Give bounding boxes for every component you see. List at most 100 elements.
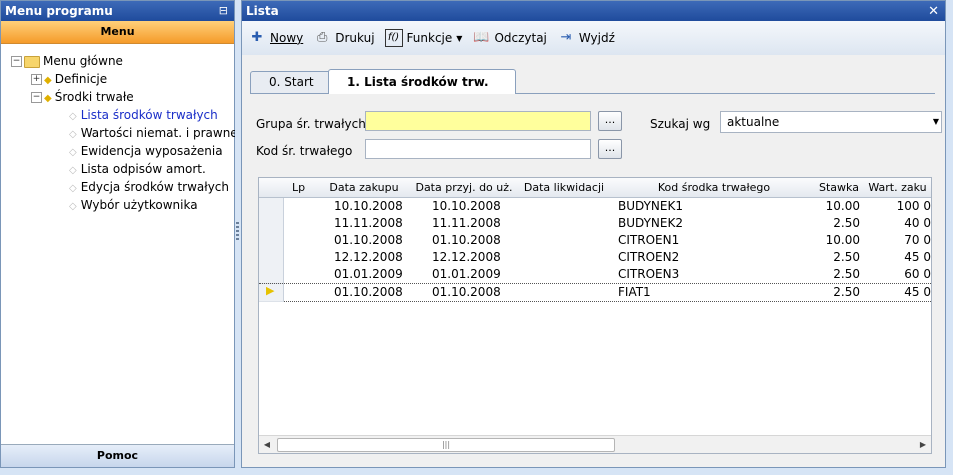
tree-item-label: Definicje <box>54 72 108 86</box>
collapse-icon[interactable]: − <box>31 92 42 103</box>
table-cell: 10.00 <box>825 233 860 247</box>
table-row[interactable]: 10.10.2008 10.10.2008 BUDYNEK1 10.00 100 0 <box>259 198 931 216</box>
table-row[interactable]: 01.01.2009 01.01.2009 CITROEN3 2.50 60 0 <box>259 266 931 284</box>
expand-icon[interactable]: + <box>31 74 42 85</box>
table-row[interactable]: 01.10.2008 01.10.2008 CITROEN1 10.00 70 0 <box>259 232 931 250</box>
menu-panel-header: Menu programu ⊟ <box>1 1 234 21</box>
table-row[interactable]: 11.11.2008 11.11.2008 BUDYNEK2 2.50 40 0 <box>259 215 931 233</box>
table-cell <box>283 198 314 215</box>
exit-button[interactable]: ⇥ Wyjdź <box>557 29 614 47</box>
table-cell: FIAT1 <box>618 285 651 299</box>
help-button[interactable]: Pomoc <box>1 444 234 467</box>
table-cell: 01.01.2009 <box>334 267 403 281</box>
list-window-title: Lista <box>246 4 279 18</box>
table-cell: 01.10.2008 <box>432 233 501 247</box>
table-cell: CITROEN1 <box>618 233 680 247</box>
table-row[interactable]: 12.12.2008 12.12.2008 CITROEN2 2.50 45 0 <box>259 249 931 267</box>
tree-item-label: Menu główne <box>43 54 123 68</box>
diamond-icon: ◇ <box>69 129 77 140</box>
scrollbar-thumb[interactable]: ||| <box>277 438 615 452</box>
close-icon[interactable]: ✕ <box>928 2 939 22</box>
table-cell: 01.10.2008 <box>334 285 403 299</box>
row-indicator-header <box>259 178 284 198</box>
tree-item-label: Ewidencja wyposażenia <box>80 144 223 158</box>
row-indicator[interactable] <box>259 232 284 250</box>
table-cell <box>283 284 314 301</box>
functions-label: Funkcje <box>406 31 453 45</box>
tree-item[interactable]: − ◆ Środki trwałe <box>1 88 234 106</box>
pin-icon[interactable]: ⊟ <box>219 1 228 21</box>
table-cell: BUDYNEK1 <box>618 199 683 213</box>
row-indicator[interactable] <box>259 198 284 216</box>
table-cell: 2.50 <box>833 250 860 264</box>
dropdown-arrow-icon: ▼ <box>456 33 463 43</box>
menu-panel-title: Menu programu <box>5 4 113 18</box>
table-cell: 01.10.2008 <box>334 233 403 247</box>
table-cell: 12.12.2008 <box>432 250 501 264</box>
asset-code-input[interactable] <box>365 139 591 159</box>
print-button[interactable]: ⎙ Drukuj <box>313 29 375 47</box>
menu-band[interactable]: Menu <box>1 21 234 44</box>
current-row-arrow-icon: ▶ <box>266 284 275 297</box>
column-header[interactable]: Lp <box>283 178 315 198</box>
scroll-left-icon[interactable]: ◀ <box>259 436 275 453</box>
diamond-icon: ◇ <box>69 165 77 176</box>
row-indicator[interactable]: ▶ <box>259 284 284 302</box>
asset-code-label: Kod śr. trwałego <box>256 144 353 158</box>
row-indicator[interactable] <box>259 215 284 233</box>
column-header[interactable]: Data likwidacji <box>514 178 615 198</box>
functions-button[interactable]: f() Funkcje ▼ <box>384 29 463 47</box>
table-cell <box>514 215 614 232</box>
assets-grid: Lp Data zakupu Data przyj. do uż. Data likw… <box>258 177 932 454</box>
table-cell: 60 0 <box>904 267 931 281</box>
table-row[interactable]: ▶ 01.10.2008 01.10.2008 FIAT1 2.50 45 0 <box>259 283 931 302</box>
table-cell: 10.00 <box>825 199 860 213</box>
scroll-right-icon[interactable]: ▶ <box>915 436 931 453</box>
search-by-select[interactable]: aktualne ▼ <box>720 111 942 133</box>
print-label: Drukuj <box>335 31 375 45</box>
table-cell: 01.10.2008 <box>432 285 501 299</box>
tree-item[interactable]: ◇ Lista odpisów amort. <box>1 160 234 178</box>
table-cell: BUDYNEK2 <box>618 216 683 230</box>
table-cell <box>514 232 614 249</box>
asset-code-browse-button[interactable]: ... <box>598 139 622 159</box>
new-button[interactable]: ✚ Nowy <box>248 29 304 47</box>
table-cell <box>283 249 314 266</box>
asset-group-browse-button[interactable]: ... <box>598 111 622 131</box>
column-header[interactable]: Data zakupu <box>314 178 415 198</box>
tree-item[interactable]: + ◆ Definicje <box>1 70 234 88</box>
asset-group-input[interactable] <box>365 111 591 131</box>
tree-item[interactable]: − Menu główne <box>1 52 234 70</box>
row-indicator[interactable] <box>259 249 284 267</box>
menu-panel: Menu programu ⊟ Menu − Menu główne + ◆ Defin… <box>0 0 238 468</box>
table-cell: 2.50 <box>833 216 860 230</box>
tree-item[interactable]: ◇ Edycja środków trwałych <box>1 178 234 196</box>
row-indicator[interactable] <box>259 266 284 284</box>
table-cell: 12.12.2008 <box>334 250 403 264</box>
horizontal-scrollbar[interactable]: ◀ ||| ▶ <box>259 435 931 453</box>
table-cell <box>283 215 314 232</box>
tree-item-label: Środki trwałe <box>54 90 134 104</box>
column-header[interactable]: Wart. zaku <box>864 178 931 198</box>
table-cell: 2.50 <box>833 267 860 281</box>
column-header[interactable]: Kod środka trwałego <box>614 178 815 198</box>
diamond-icon: ◇ <box>69 183 77 194</box>
diamond-icon: ◇ <box>69 111 77 122</box>
tree-item[interactable]: ◇ Ewidencja wyposażenia <box>1 142 234 160</box>
tree-item[interactable]: ◇ Wartości niemat. i prawne <box>1 124 238 142</box>
function-icon: f() <box>384 29 403 47</box>
tree-item-label: Lista odpisów amort. <box>80 162 206 176</box>
tab-asset-list[interactable]: 1. Lista środków trw. <box>328 69 516 94</box>
content-area: 0. Start 1. Lista środków trw. Grupa śr.… <box>242 55 945 467</box>
collapse-icon[interactable]: − <box>11 56 22 67</box>
table-cell: 10.10.2008 <box>334 199 403 213</box>
column-header[interactable]: Stawka <box>814 178 865 198</box>
diamond-icon: ◇ <box>69 147 77 158</box>
search-by-label: Szukaj wg <box>650 117 711 131</box>
read-button[interactable]: 📖 Odczytaj <box>472 29 547 47</box>
column-header[interactable]: Data przyj. do uż. <box>414 178 515 198</box>
table-cell: 2.50 <box>833 285 860 299</box>
search-by-value: aktualne <box>727 115 780 129</box>
tree-item[interactable]: ◇ Wybór użytkownika <box>1 196 234 214</box>
tree-item[interactable]: ◇ Lista środków trwałych <box>1 106 234 124</box>
